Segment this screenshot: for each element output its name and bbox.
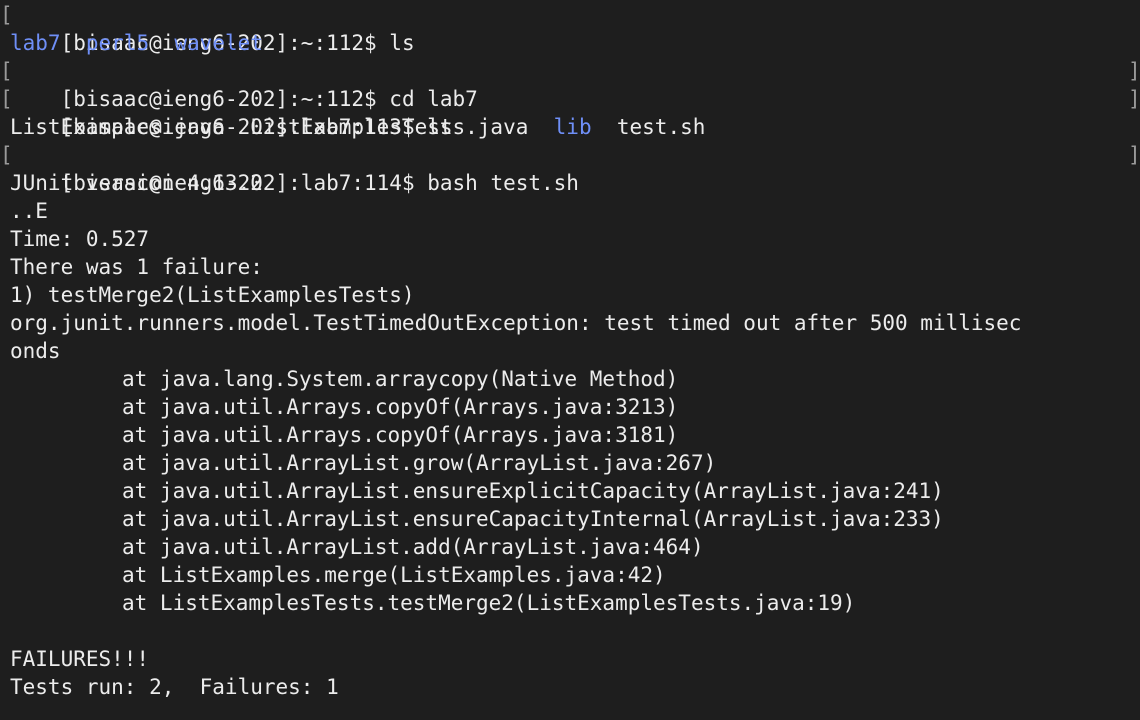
ls-output-line: ListExamples.java ListExamplesTests.java… [10, 113, 1140, 141]
file-entry: test.sh [591, 115, 706, 139]
directory-entry: lib [553, 115, 592, 139]
output-line: Time: 0.527 [10, 227, 150, 251]
stack-trace-line: at java.util.Arrays.copyOf(Arrays.java:3… [122, 395, 679, 419]
output-line: ..E [10, 199, 48, 223]
directory-entry: wavelet [174, 31, 263, 55]
mark-bracket: [ [0, 3, 13, 27]
terminal-window[interactable]: [[bisaac@ieng6-202]:~:112$ ls lab7 perl5… [0, 0, 1140, 720]
stack-trace-line: at ListExamples.merge(ListExamples.java:… [122, 563, 666, 587]
prompt-line: [[bisaac@ieng6-202]:~:112$ ls [0, 1, 1140, 55]
stack-trace-line: at java.util.ArrayList.add(ArrayList.jav… [122, 535, 704, 559]
mark-bracket: ] [1128, 143, 1140, 167]
mark-bracket: [ [0, 59, 13, 83]
directory-entry: perl5 [85, 31, 150, 55]
output-line: org.junit.runners.model.TestTimedOutExce… [10, 311, 1022, 335]
mark-bracket: [ [0, 143, 13, 167]
output-line: onds [10, 339, 61, 363]
stack-trace-line: at ListExamplesTests.testMerge2(ListExam… [122, 591, 856, 615]
output-line: 1) testMerge2(ListExamplesTests) [10, 283, 415, 307]
mark-bracket: ] [1128, 59, 1140, 83]
ls-output-line: lab7 perl5 wavelet [10, 29, 1140, 57]
output-line: There was 1 failure: [10, 255, 263, 279]
output-line: JUnit version 4.13.2 [10, 171, 263, 195]
output-line: Tests run: 2, Failures: 1 [10, 675, 339, 699]
prompt-line: [[bisaac@ieng6-202]:lab7:113$ ls] [0, 85, 1140, 139]
stack-trace-line: at java.lang.System.arraycopy(Native Met… [122, 367, 679, 391]
file-entry: ListExamples.java ListExamplesTests.java [10, 115, 554, 139]
directory-entry: lab7 [10, 31, 61, 55]
prompt-line: [[bisaac@ieng6-202]:~:112$ cd lab7] [0, 57, 1140, 111]
stack-trace-line: at java.util.ArrayList.grow(ArrayList.ja… [122, 451, 717, 475]
mark-bracket: ] [1128, 87, 1140, 111]
output-line: FAILURES!!! [10, 647, 150, 671]
prompt-line: [[bisaac@ieng6-202]:lab7:114$ bash test.… [0, 141, 1140, 195]
mark-bracket: [ [0, 87, 13, 111]
stack-trace-line: at java.util.ArrayList.ensureCapacityInt… [122, 507, 944, 531]
stack-trace-line: at java.util.ArrayList.ensureExplicitCap… [122, 479, 944, 503]
stack-trace-line: at java.util.Arrays.copyOf(Arrays.java:3… [122, 423, 679, 447]
